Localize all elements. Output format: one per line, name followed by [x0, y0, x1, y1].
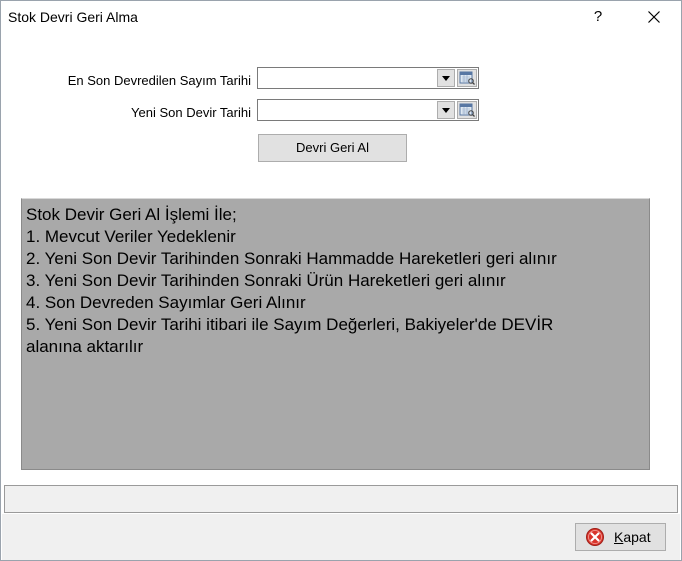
- calendar-icon: [459, 71, 475, 85]
- chevron-down-icon: [442, 76, 450, 81]
- dialog-footer: Kapat: [2, 514, 680, 560]
- help-button[interactable]: ?: [581, 3, 615, 31]
- close-button[interactable]: Kapat: [575, 523, 666, 551]
- info-line: 1. Mevcut Veriler Yedeklenir: [26, 227, 236, 246]
- info-line: alanına aktarılır: [26, 337, 144, 356]
- last-transfer-calendar-button[interactable]: [457, 69, 477, 87]
- info-line: 3. Yeni Son Devir Tarihinden Sonraki Ürü…: [26, 271, 506, 290]
- new-transfer-dropdown-button[interactable]: [437, 101, 455, 119]
- close-circle-icon: [586, 528, 604, 546]
- calendar-icon: [459, 103, 475, 117]
- info-panel: Stok Devir Geri Al İşlemi İle; 1. Mevcut…: [21, 198, 650, 470]
- new-transfer-date-field[interactable]: [257, 99, 479, 121]
- info-line: Stok Devir Geri Al İşlemi İle;: [26, 205, 237, 224]
- info-line: 5. Yeni Son Devir Tarihi itibari ile Say…: [26, 315, 554, 334]
- new-transfer-calendar-button[interactable]: [457, 101, 477, 119]
- window-title: Stok Devri Geri Alma: [8, 9, 138, 25]
- title-bar: Stok Devri Geri Alma ?: [1, 1, 681, 33]
- close-icon: [648, 11, 660, 23]
- dialog-content: En Son Devredilen Sayım Tarihi Yeni Son …: [2, 34, 678, 472]
- info-line: 2. Yeni Son Devir Tarihinden Sonraki Ham…: [26, 249, 557, 268]
- dialog-window: Stok Devri Geri Alma ? En Son Devredilen…: [0, 0, 682, 561]
- last-transfer-date-label: En Son Devredilen Sayım Tarihi: [67, 73, 251, 88]
- last-transfer-date-field[interactable]: [257, 67, 479, 89]
- revert-transfer-button[interactable]: Devri Geri Al: [258, 134, 407, 162]
- info-line: 4. Son Devreden Sayımlar Geri Alınır: [26, 293, 306, 312]
- window-close-button[interactable]: [635, 3, 673, 31]
- status-bar: [4, 485, 678, 513]
- close-button-label: Kapat: [614, 529, 651, 545]
- last-transfer-dropdown-button[interactable]: [437, 69, 455, 87]
- new-transfer-date-label: Yeni Son Devir Tarihi: [131, 105, 251, 120]
- chevron-down-icon: [442, 108, 450, 113]
